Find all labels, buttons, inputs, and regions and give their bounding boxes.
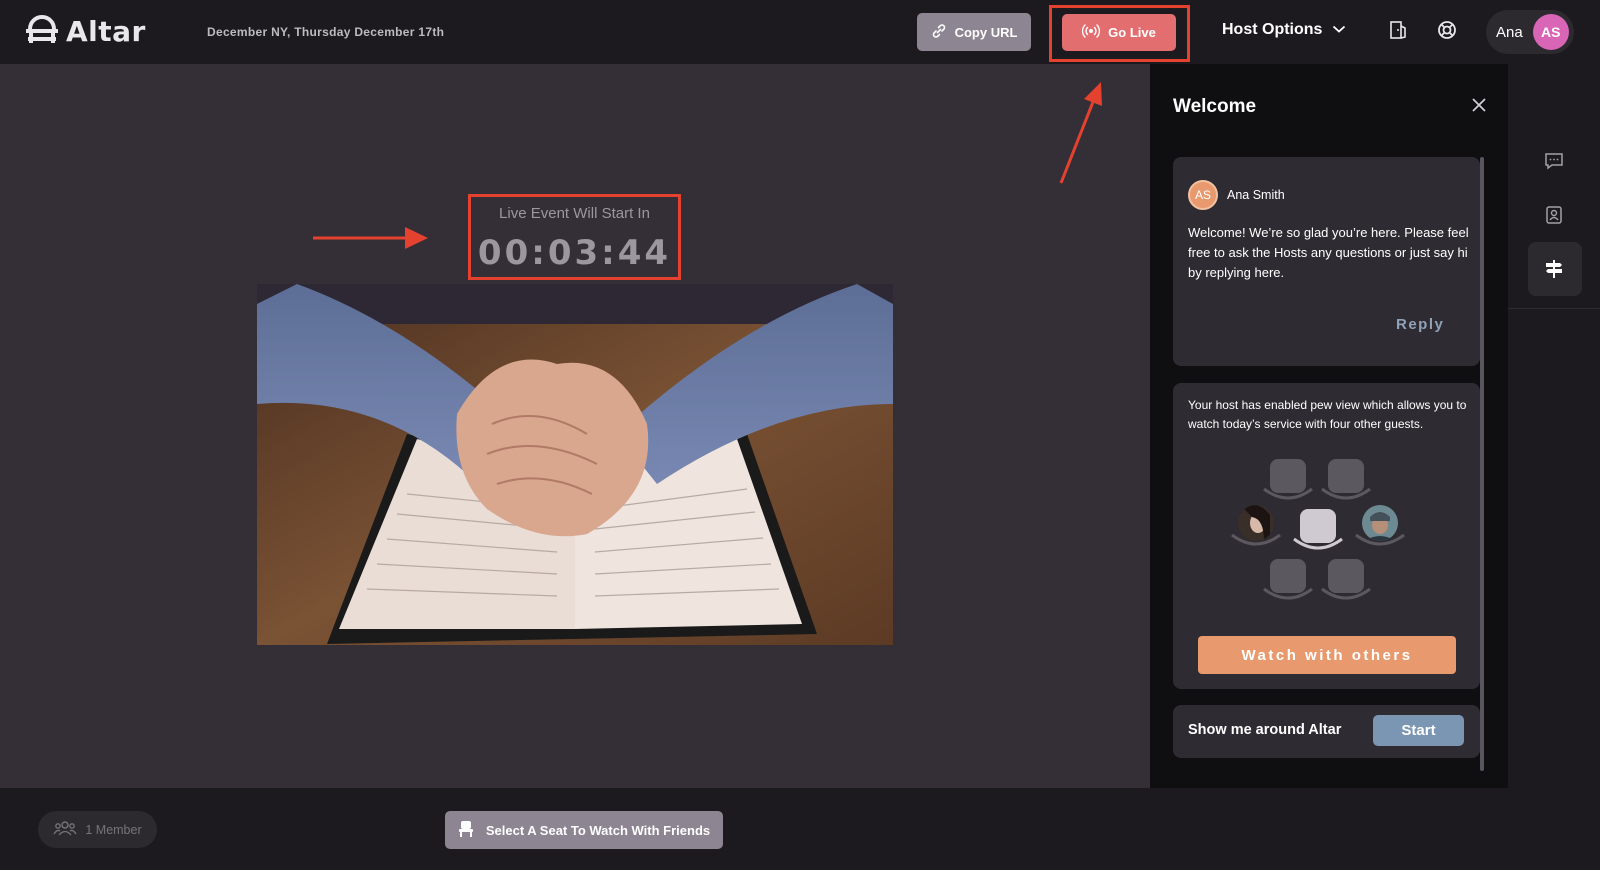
start-tour-button[interactable]: Start: [1373, 715, 1464, 746]
countdown-timer: 00:03:44: [477, 233, 672, 273]
message-text: Welcome! We’re so glad you’re here. Plea…: [1188, 225, 1469, 280]
event-date: December NY, Thursday December 17th: [207, 25, 445, 39]
exit-door-icon[interactable]: [1387, 19, 1409, 41]
host-options-menu[interactable]: Host Options: [1222, 21, 1346, 39]
broadcast-icon: [1081, 24, 1101, 41]
member-count-pill[interactable]: 1 Member: [38, 811, 157, 848]
event-cover-image: [257, 284, 893, 645]
go-live-label: Go Live: [1108, 25, 1156, 40]
panel-scrollbar[interactable]: [1480, 157, 1484, 771]
watch-with-others-button[interactable]: Watch with others: [1198, 636, 1456, 674]
chat-icon[interactable]: [1543, 150, 1565, 172]
bottom-bar: [0, 788, 1600, 870]
side-rail: [1508, 64, 1600, 788]
go-live-button[interactable]: Go Live: [1062, 14, 1176, 51]
help-lifebuoy-icon[interactable]: [1436, 19, 1458, 41]
chevron-down-icon: [1332, 21, 1346, 39]
copy-url-label: Copy URL: [954, 24, 1018, 40]
countdown-label: Live Event Will Start In: [499, 205, 650, 222]
member-count-label: 1 Member: [85, 822, 142, 837]
user-avatar: AS: [1532, 14, 1569, 50]
rail-divider: [1508, 308, 1600, 309]
select-seat-button[interactable]: Select A Seat To Watch With Friends: [445, 811, 723, 849]
logo-text: Altar: [66, 15, 146, 48]
tour-text: Show me around Altar: [1188, 722, 1342, 738]
signpost-icon: [1543, 258, 1565, 280]
close-icon[interactable]: [1468, 94, 1490, 116]
group-icon: [53, 820, 77, 839]
select-seat-label: Select A Seat To Watch With Friends: [485, 822, 711, 838]
pew-seat-grid[interactable]: [1230, 455, 1406, 605]
seat-chair-icon: [458, 820, 474, 841]
copy-url-button[interactable]: Copy URL: [917, 13, 1031, 51]
user-name: Ana: [1496, 23, 1523, 41]
contact-book-icon[interactable]: [1543, 204, 1565, 226]
message-author-avatar: AS: [1188, 180, 1218, 210]
altar-logo[interactable]: Altar: [24, 13, 146, 50]
link-icon: [931, 23, 947, 42]
message-author-name: Ana Smith: [1227, 188, 1285, 202]
user-menu[interactable]: Ana AS: [1486, 10, 1574, 54]
host-options-label: Host Options: [1222, 21, 1323, 38]
panel-title: Welcome: [1173, 96, 1257, 117]
altar-logo-icon: [24, 13, 60, 50]
pew-view-text: Your host has enabled pew view which all…: [1188, 398, 1467, 431]
reply-button[interactable]: Reply: [1396, 316, 1444, 333]
